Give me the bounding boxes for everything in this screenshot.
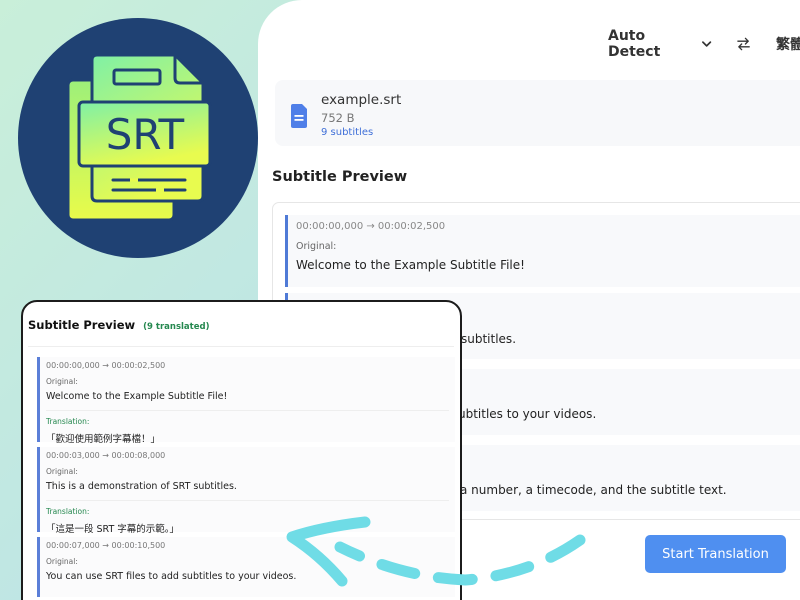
original-label: Original: xyxy=(46,377,78,386)
divider xyxy=(46,410,449,411)
original-text: Welcome to the Example Subtitle File! xyxy=(296,258,525,272)
preview-heading: Subtitle Preview xyxy=(272,169,408,185)
original-label: Original: xyxy=(296,241,337,252)
partial-subtitle-text: ubtitles to your videos. xyxy=(458,407,597,421)
target-language-select[interactable]: 繁體中 xyxy=(776,34,800,54)
divider xyxy=(46,500,449,501)
subtitle-timecode: 00:00:00,000 → 00:00:02,500 xyxy=(296,221,446,232)
chevron-down-icon xyxy=(701,41,711,47)
original-text: Welcome to the Example Subtitle File! xyxy=(46,391,228,402)
source-language-label: Auto Detect xyxy=(608,28,661,60)
subtitle-count: 9 subtitles xyxy=(321,127,374,138)
start-translation-button[interactable]: Start Translation xyxy=(645,535,786,573)
source-language-select[interactable]: Auto Detect xyxy=(608,28,712,60)
file-name: example.srt xyxy=(321,92,402,108)
partial-subtitle-text: subtitles. xyxy=(461,332,517,346)
uploaded-file-card: example.srt 752 B 9 subtitles xyxy=(275,80,800,146)
list-item: 00:00:00,000 → 00:00:02,500 Original: We… xyxy=(37,357,455,445)
subtitle-timecode: 00:00:00,000 → 00:00:02,500 xyxy=(46,361,166,370)
original-text: This is a demonstration of SRT subtitles… xyxy=(46,481,237,492)
partial-subtitle-text: a number, a timecode, and the subtitle t… xyxy=(460,483,727,497)
translation-text: 「歡迎使用範例字幕檔！」 xyxy=(46,434,161,445)
list-item: 00:00:00,000 → 00:00:02,500 Original: We… xyxy=(285,215,800,287)
document-icon xyxy=(291,104,307,128)
translation-label: Translation: xyxy=(46,417,90,426)
svg-text:SRT: SRT xyxy=(106,110,185,159)
translated-count-badge: (9 translated) xyxy=(143,322,210,332)
srt-file-icon: SRT xyxy=(18,18,258,258)
preview-header: Subtitle Preview (9 translated) xyxy=(28,318,209,332)
arrow-icon xyxy=(286,516,586,587)
preview-title: Subtitle Preview xyxy=(28,318,136,332)
swap-languages-icon[interactable] xyxy=(736,37,751,51)
language-bar: Auto Detect 繁體中 xyxy=(608,28,800,60)
subtitle-timecode: 00:00:03,000 → 00:00:08,000 xyxy=(46,451,166,460)
original-label: Original: xyxy=(46,467,78,476)
file-size: 752 B xyxy=(321,111,355,125)
divider xyxy=(28,346,454,347)
